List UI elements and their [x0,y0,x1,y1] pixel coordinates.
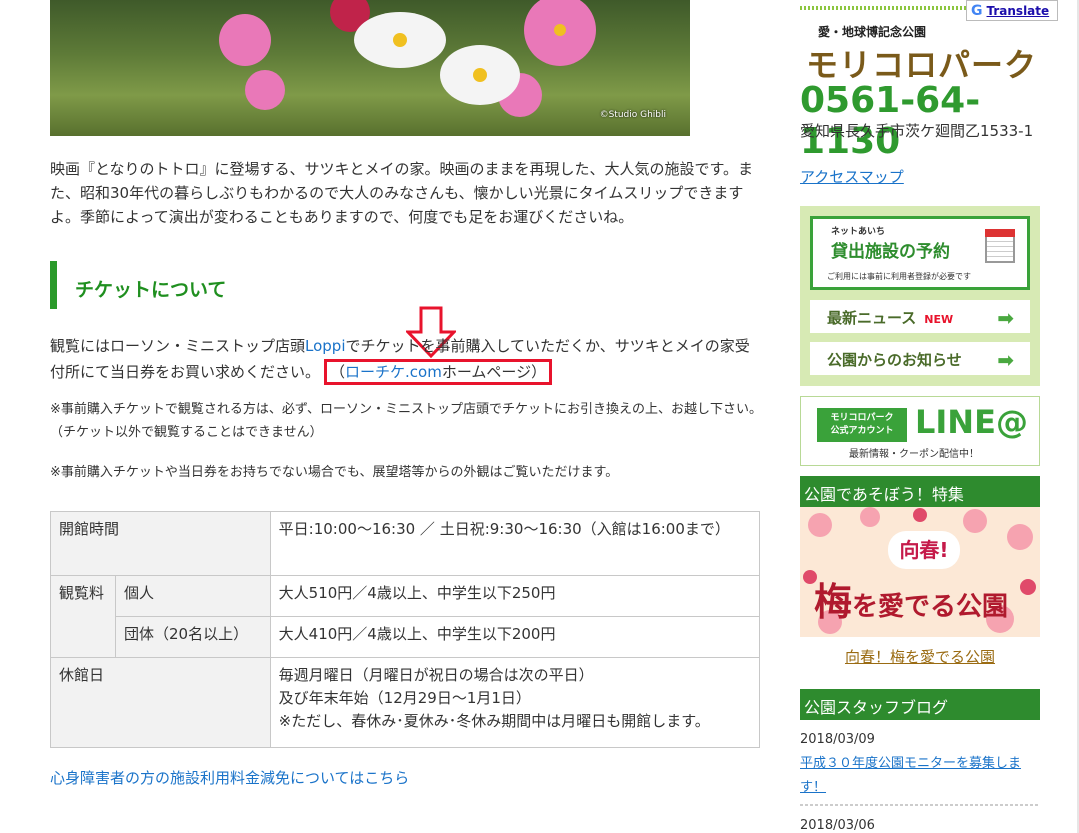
paren-open: （ [330,363,346,381]
google-translate-button[interactable]: G Translate [966,0,1058,21]
closed-line: ※ただし、春休み･夏休み･冬休み期間中は月曜日も開館します。 [278,712,710,730]
closed-label: 休館日 [50,657,271,748]
plum-kanji: 梅 [814,580,853,624]
park-notice-button[interactable]: 公園からのお知らせ ➡ [810,342,1030,375]
line-account-banner[interactable]: モリコロパーク 公式アカウント LINE@ 最新情報・クーポン配信中！ [800,396,1040,466]
table-row: 団体（20名以上） 大人410円／4歳以上、中学生以下200円 [51,616,761,658]
news-label: 最新ニュース [827,309,917,327]
closed-line: 毎週月曜日（月曜日が祝日の場合は次の平日） [278,666,594,684]
calendar-icon [985,229,1015,263]
arrow-right-icon: ➡ [997,348,1014,372]
blog-post-link[interactable]: 平成３０年度公園モニターを募集します！ [800,752,1040,800]
line-badge-text: モリコロパーク 公式アカウント [830,413,894,436]
loppi-link[interactable]: Loppi [305,337,345,355]
lticket-suffix: ホームページ [441,363,532,381]
notice-label: 公園からのお知らせ [827,351,962,369]
individual-value: 大人510円／4歳以上、中学生以下250円 [269,575,761,617]
news-label-wrap: 最新ニュース NEW [827,307,953,328]
ticket-paragraph: 観覧にはローソン・ミニストップ店頭Loppiでチケットを事前購入していただくか、… [50,334,762,385]
ticket-section-heading: チケットについて [50,261,762,309]
lticket-link[interactable]: ローチケ.com [345,363,442,381]
cosmos-flowers-illustration [219,0,596,117]
individual-label: 個人 [115,575,271,617]
reserve-note: ご利用には事前に利用者登録が必要です [827,272,971,281]
lticket-highlight-box: （ローチケ.comホームページ） [324,359,553,385]
arrow-right-icon: ➡ [997,306,1014,330]
plum-feature-banner[interactable]: 向春! 梅を愛でる公園 [800,507,1040,637]
blog-divider [800,804,1040,806]
closed-line: 及び年末年始（12月29日〜1月1日） [278,689,531,707]
feature-caption-link[interactable]: 向春！梅を愛でる公園 [800,646,1040,667]
hours-value: 平日:10:00〜16:30 ／ 土日祝:9:30〜16:30（入館は16:00… [269,511,761,576]
info-table: 開館時間 平日:10:00〜16:30 ／ 土日祝:9:30〜16:30（入館は… [50,511,761,748]
group-label: 団体（20名以上） [115,616,271,658]
closed-value: 毎週月曜日（月曜日が祝日の場合は次の平日） 及び年末年始（12月29日〜1月1日… [269,657,761,748]
translate-label: Translate [986,3,1050,18]
plum-title: 梅を愛でる公園 [814,571,1008,626]
ticket-text-part: 観覧にはローソン・ミニストップ店頭 [50,337,306,355]
facility-reservation-banner[interactable]: ネットあいち 貸出施設の予約 ご利用には事前に利用者登録が必要です [810,216,1030,290]
advance-ticket-note: ※事前購入チケットで観覧される方は、必ず、ローソン・ミニストップ店頭でチケットに… [50,402,762,440]
latest-news-button[interactable]: 最新ニュース NEW ➡ [810,300,1030,333]
park-address: 愛知県長久手市茨ケ廻間乙1533-1 [800,122,1034,140]
reserve-title: 貸出施設の予約 [831,242,950,262]
intro-text: 映画『となりのトトロ』に登場する、サツキとメイの家。映画のままを再現した、大人気… [50,160,754,226]
photo-credit: ©Studio Ghibli [599,110,666,120]
fee-reduction-link[interactable]: 心身障害者の方の施設利用料金減免についてはこちら [50,767,409,788]
sidebar-menu-box: ネットあいち 貸出施設の予約 ご利用には事前に利用者登録が必要です 最新ニュース… [800,206,1040,386]
section-heading-label: チケットについて [75,279,227,301]
plum-title-rest: を愛でる公園 [852,592,1009,622]
spring-badge: 向春! [888,531,960,569]
feature-section-heading: 公園であそぼう！特集 [800,476,1040,507]
access-map-link[interactable]: アクセスマップ [800,166,904,187]
google-icon: G [971,2,983,19]
line-at-logo: LINE@ [915,403,1028,441]
blog-date: 2018/03/09 [800,732,875,747]
table-row: 休館日 毎週月曜日（月曜日が祝日の場合は次の平日） 及び年末年始（12月29日〜… [50,657,761,748]
paren-close: ） [531,363,547,381]
group-value: 大人410円／4歳以上、中学生以下200円 [269,616,761,658]
fee-label: 観覧料 [50,575,116,658]
table-row: 開館時間 平日:10:00〜16:30 ／ 土日祝:9:30〜16:30（入館は… [50,511,761,576]
table-row: 観覧料 個人 大人510円／4歳以上、中学生以下250円 [50,575,761,658]
park-subtitle: 愛・地球博記念公園 [818,25,927,39]
hours-label: 開館時間 [50,511,271,576]
line-caption: 最新情報・クーポン配信中！ [849,449,979,460]
blog-date: 2018/03/06 [800,818,875,833]
exterior-view-note: ※事前購入チケットや当日券をお持ちでない場合でも、展望塔等からの外観はご覧いただ… [50,465,619,480]
line-account-badge: モリコロパーク 公式アカウント [817,408,907,442]
hero-photo: ©Studio Ghibli [50,0,690,136]
staff-blog-heading: 公園スタッフブログ [800,689,1040,720]
new-badge: NEW [924,313,954,326]
reserve-small-label: ネットあいち [831,227,886,237]
header-dotted-line [800,6,968,10]
